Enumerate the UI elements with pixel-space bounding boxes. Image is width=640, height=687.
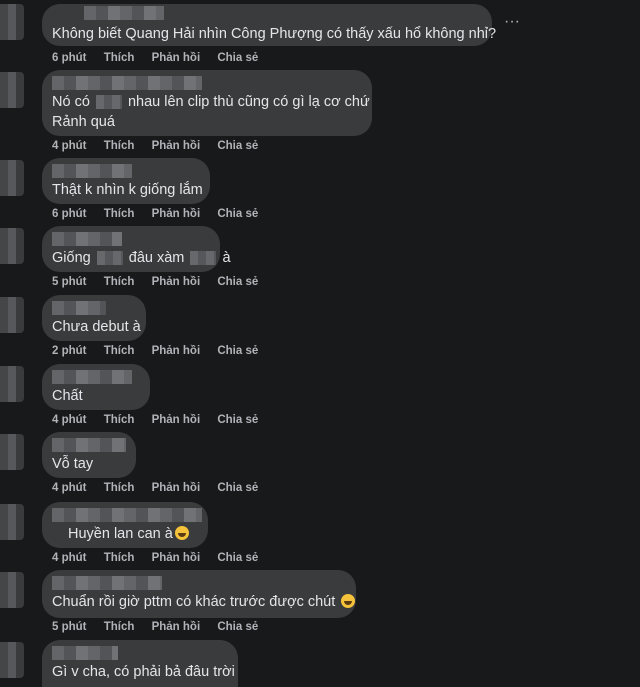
avatar[interactable]: [0, 72, 24, 108]
share-button[interactable]: Chia sẻ: [217, 140, 258, 152]
author-name-blurred[interactable]: [52, 508, 202, 522]
reply-button[interactable]: Phản hồi: [152, 140, 201, 152]
like-button[interactable]: Thích: [104, 276, 135, 288]
reply-button[interactable]: Phản hồi: [152, 276, 201, 288]
like-button[interactable]: Thích: [104, 52, 135, 64]
comment-text: Huyền lan can à: [68, 524, 189, 545]
avatar[interactable]: [0, 160, 24, 196]
like-button[interactable]: Thích: [104, 482, 135, 494]
author-name-blurred[interactable]: [84, 6, 164, 20]
reply-button[interactable]: Phản hồi: [152, 621, 201, 633]
laughing-emoji-icon: [341, 594, 356, 608]
like-button[interactable]: Thích: [104, 345, 135, 357]
comment-text: Gì v cha, có phải bả đâu trời: [52, 664, 235, 680]
comment-text: Chuẩn rồi giờ pttm có khác trước được ch…: [52, 592, 356, 613]
comment-bubble: Giống đâu xàm à: [42, 226, 231, 272]
author-name-blurred[interactable]: [52, 232, 122, 246]
share-button[interactable]: Chia sẻ: [217, 621, 258, 633]
author-name-blurred[interactable]: [52, 301, 106, 315]
share-button[interactable]: Chia sẻ: [217, 552, 258, 564]
like-button[interactable]: Thích: [104, 414, 135, 426]
avatar[interactable]: [0, 4, 24, 40]
comment-text: Vỗ tay: [52, 456, 94, 472]
avatar[interactable]: [0, 228, 24, 264]
comment-time[interactable]: 6 phút: [52, 52, 87, 64]
avatar[interactable]: [0, 366, 24, 402]
comment-text: Nó có nhau lên clip thù cũng có gì lạ cơ…: [52, 94, 370, 110]
author-name-blurred[interactable]: [52, 576, 162, 590]
reply-button[interactable]: Phản hồi: [152, 414, 201, 426]
comment-meta: 5 phút Thích Phản hồi Chia sẻ: [52, 621, 272, 633]
censored-word: [96, 251, 123, 266]
comment-time[interactable]: 5 phút: [52, 276, 87, 288]
comments-feed: Không biết Quang Hải nhìn Công Phượng có…: [0, 0, 640, 687]
avatar[interactable]: [0, 434, 24, 470]
comment-meta: 4 phút Thích Phản hồi Chia sẻ: [52, 552, 272, 564]
share-button[interactable]: Chia sẻ: [217, 52, 258, 64]
comment-text: Giống đâu xàm à: [52, 250, 231, 266]
comment-time[interactable]: 4 phút: [52, 552, 87, 564]
author-name-blurred[interactable]: [52, 76, 202, 90]
avatar[interactable]: [0, 504, 24, 540]
comment-meta: 5 phút Thích Phản hồi Chia sẻ: [52, 276, 272, 288]
avatar[interactable]: [0, 297, 24, 333]
comment-bubble: Không biết Quang Hải nhìn Công Phượng có…: [42, 4, 496, 46]
share-button[interactable]: Chia sẻ: [217, 414, 258, 426]
comment-time[interactable]: 4 phút: [52, 140, 87, 152]
author-name-blurred[interactable]: [52, 370, 132, 384]
comment-bubble: Chất: [42, 364, 150, 410]
author-name-blurred[interactable]: [52, 646, 118, 660]
comment-text: Chất: [52, 388, 83, 404]
like-button[interactable]: Thích: [104, 552, 135, 564]
comment-time[interactable]: 6 phút: [52, 208, 87, 220]
comment-bubble: Chưa debut à: [42, 295, 146, 341]
comment-text: Rảnh quá: [52, 114, 115, 130]
share-button[interactable]: Chia sẻ: [217, 482, 258, 494]
comment-text: Thật k nhìn k giống lắm: [52, 182, 203, 198]
avatar[interactable]: [0, 572, 24, 608]
comment-time[interactable]: 4 phút: [52, 414, 87, 426]
share-button[interactable]: Chia sẻ: [217, 208, 258, 220]
like-button[interactable]: Thích: [104, 140, 135, 152]
comment-bubble: Thật k nhìn k giống lắm: [42, 158, 210, 204]
avatar[interactable]: [0, 642, 24, 678]
censored-word: [95, 95, 122, 110]
comment-bubble: Vỗ tay: [42, 432, 136, 478]
comment-meta: 2 phút Thích Phản hồi Chia sẻ: [52, 345, 272, 357]
comment-bubble: Gì v cha, có phải bả đâu trời: [42, 640, 238, 687]
author-name-blurred[interactable]: [52, 438, 126, 452]
comment-bubble: Huyền lan can à: [42, 502, 208, 548]
more-options-icon[interactable]: ···: [500, 12, 524, 32]
comment-time[interactable]: 4 phút: [52, 482, 87, 494]
share-button[interactable]: Chia sẻ: [217, 345, 258, 357]
author-name-blurred[interactable]: [52, 164, 132, 178]
comment-meta: 4 phút Thích Phản hồi Chia sẻ: [52, 140, 272, 152]
comment-bubble: Nó có nhau lên clip thù cũng có gì lạ cơ…: [42, 70, 372, 136]
like-button[interactable]: Thích: [104, 621, 135, 633]
comment-meta: 4 phút Thích Phản hồi Chia sẻ: [52, 414, 272, 426]
comment-text: Chưa debut à: [52, 319, 141, 335]
laughing-emoji-icon: [174, 526, 189, 540]
reply-button[interactable]: Phản hồi: [152, 208, 201, 220]
share-button[interactable]: Chia sẻ: [217, 276, 258, 288]
comment-time[interactable]: 2 phút: [52, 345, 87, 357]
comment-time[interactable]: 5 phút: [52, 621, 87, 633]
comment-meta: 6 phút Thích Phản hồi Chia sẻ: [52, 52, 272, 64]
reply-button[interactable]: Phản hồi: [152, 482, 201, 494]
comment-meta: 4 phút Thích Phản hồi Chia sẻ: [52, 482, 272, 494]
comment-bubble: Chuẩn rồi giờ pttm có khác trước được ch…: [42, 570, 356, 618]
comment-text: Không biết Quang Hải nhìn Công Phượng có…: [52, 26, 497, 42]
like-button[interactable]: Thích: [104, 208, 135, 220]
censored-word: [190, 251, 217, 266]
reply-button[interactable]: Phản hồi: [152, 552, 201, 564]
reply-button[interactable]: Phản hồi: [152, 345, 201, 357]
comment-meta: 6 phút Thích Phản hồi Chia sẻ: [52, 208, 272, 220]
reply-button[interactable]: Phản hồi: [152, 52, 201, 64]
